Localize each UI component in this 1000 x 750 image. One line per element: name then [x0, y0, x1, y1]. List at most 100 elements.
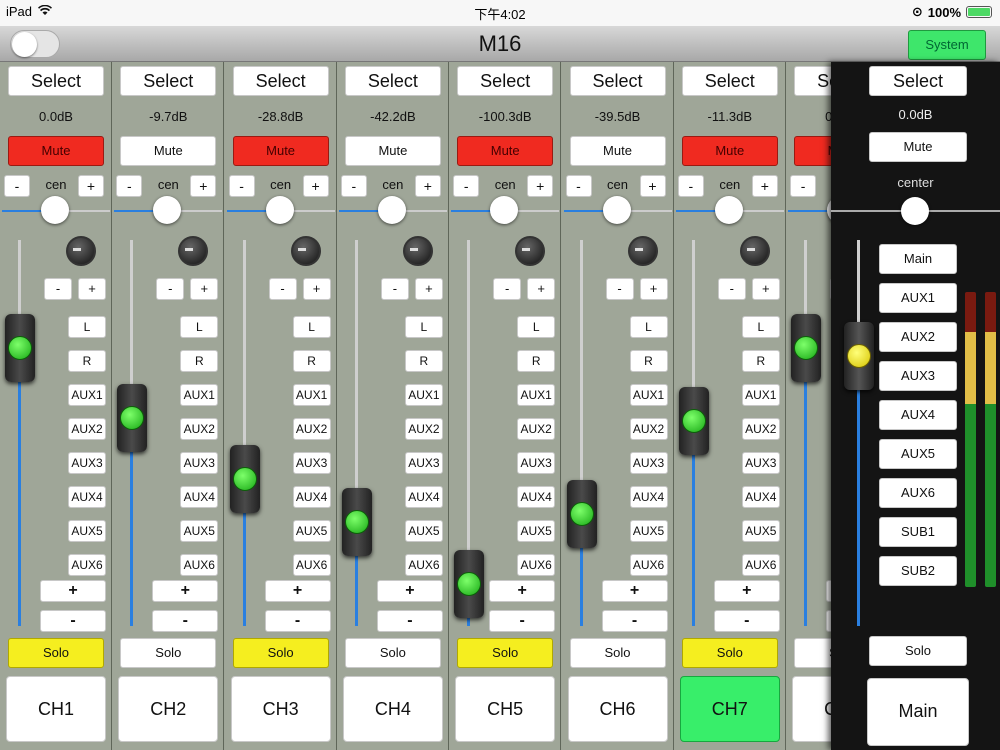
route-button[interactable]: R — [292, 350, 331, 372]
route-button[interactable]: AUX6 — [404, 554, 443, 576]
bus-button[interactable]: AUX5 — [879, 439, 957, 469]
gain-up-button[interactable]: + — [414, 278, 443, 300]
fine-down-button[interactable]: - — [489, 610, 556, 632]
route-button[interactable]: AUX4 — [68, 486, 106, 508]
route-button[interactable]: AUX4 — [629, 486, 668, 508]
pan-knob[interactable] — [41, 196, 69, 224]
route-button[interactable]: AUX1 — [404, 384, 443, 406]
gain-up-button[interactable]: + — [302, 278, 331, 300]
route-button[interactable]: AUX1 — [68, 384, 106, 406]
gain-down-button[interactable]: - — [268, 278, 297, 300]
mute-button[interactable]: Mute — [232, 136, 329, 166]
select-button[interactable]: Select — [344, 66, 441, 96]
pan-knob[interactable] — [377, 196, 406, 224]
route-button[interactable]: L — [180, 316, 219, 338]
fader-handle[interactable] — [229, 445, 260, 513]
bus-button[interactable]: AUX2 — [879, 322, 957, 352]
pan-left-button[interactable]: - — [116, 175, 143, 197]
pan-left-button[interactable]: - — [340, 175, 367, 197]
route-button[interactable]: L — [68, 316, 106, 338]
fader-handle[interactable] — [454, 550, 485, 618]
fine-down-button[interactable]: - — [713, 610, 780, 632]
route-button[interactable]: AUX5 — [404, 520, 443, 542]
pan-left-button[interactable]: - — [228, 175, 255, 197]
fine-down-button[interactable]: - — [152, 610, 219, 632]
solo-button[interactable]: Solo — [120, 638, 217, 668]
fine-up-button[interactable]: + — [264, 580, 331, 602]
route-button[interactable]: AUX3 — [517, 452, 556, 474]
fader-handle[interactable] — [566, 480, 597, 548]
route-button[interactable]: R — [629, 350, 668, 372]
route-button[interactable]: AUX2 — [68, 418, 106, 440]
route-button[interactable]: L — [404, 316, 443, 338]
solo-button[interactable]: Solo — [681, 638, 778, 668]
route-button[interactable]: L — [741, 316, 780, 338]
gain-knob[interactable] — [627, 236, 658, 266]
fine-up-button[interactable]: + — [152, 580, 219, 602]
fine-down-button[interactable]: - — [264, 610, 331, 632]
route-button[interactable]: AUX4 — [404, 486, 443, 508]
route-button[interactable]: AUX3 — [68, 452, 106, 474]
route-button[interactable]: AUX5 — [741, 520, 780, 542]
route-button[interactable]: L — [517, 316, 556, 338]
mute-button[interactable]: Mute — [120, 136, 217, 166]
route-button[interactable]: AUX4 — [741, 486, 780, 508]
fader-rail[interactable] — [354, 240, 358, 626]
master-name-button[interactable]: Main — [867, 678, 969, 746]
gain-up-button[interactable]: + — [751, 278, 780, 300]
pan-knob[interactable] — [153, 196, 182, 224]
gain-down-button[interactable]: - — [605, 278, 634, 300]
pan-knob[interactable] — [714, 196, 743, 224]
gain-knob[interactable] — [515, 236, 546, 266]
pan-right-button[interactable]: + — [190, 175, 217, 197]
mute-button[interactable]: Mute — [344, 136, 441, 166]
route-button[interactable]: AUX6 — [292, 554, 331, 576]
fader-handle[interactable] — [678, 387, 709, 455]
gain-down-button[interactable]: - — [380, 278, 409, 300]
route-button[interactable]: AUX6 — [741, 554, 780, 576]
mute-button[interactable]: Mute — [569, 136, 666, 166]
solo-button[interactable]: Solo — [8, 638, 104, 668]
gain-knob[interactable] — [66, 236, 96, 266]
gain-down-button[interactable]: - — [156, 278, 185, 300]
route-button[interactable]: R — [180, 350, 219, 372]
solo-button[interactable]: Solo — [344, 638, 441, 668]
bus-button[interactable]: AUX3 — [879, 361, 957, 391]
system-button[interactable]: System — [908, 30, 986, 60]
route-button[interactable]: AUX5 — [629, 520, 668, 542]
select-button[interactable]: Select — [569, 66, 666, 96]
route-button[interactable]: AUX3 — [404, 452, 443, 474]
route-button[interactable]: AUX6 — [68, 554, 106, 576]
route-button[interactable]: AUX2 — [741, 418, 780, 440]
mute-button[interactable]: Mute — [8, 136, 104, 166]
fine-up-button[interactable]: + — [40, 580, 106, 602]
route-button[interactable]: AUX1 — [517, 384, 556, 406]
pan-left-button[interactable]: - — [677, 175, 704, 197]
solo-button[interactable]: Solo — [457, 638, 554, 668]
bus-button[interactable]: AUX6 — [879, 478, 957, 508]
master-fader-handle[interactable] — [844, 322, 874, 390]
bus-button[interactable]: SUB2 — [879, 556, 957, 586]
route-button[interactable]: AUX6 — [180, 554, 219, 576]
solo-button[interactable]: Solo — [232, 638, 329, 668]
route-button[interactable]: AUX4 — [180, 486, 219, 508]
route-button[interactable]: AUX5 — [68, 520, 106, 542]
gain-down-button[interactable]: - — [44, 278, 72, 300]
master-pan-knob[interactable] — [901, 197, 929, 225]
pan-right-button[interactable]: + — [414, 175, 441, 197]
channel-name-button[interactable]: CH2 — [118, 676, 219, 742]
route-button[interactable]: AUX2 — [629, 418, 668, 440]
pan-right-button[interactable]: + — [78, 175, 104, 197]
pan-right-button[interactable]: + — [639, 175, 666, 197]
route-button[interactable]: AUX4 — [292, 486, 331, 508]
channel-name-button[interactable]: CH3 — [230, 676, 331, 742]
bus-button[interactable]: SUB1 — [879, 517, 957, 547]
route-button[interactable]: R — [517, 350, 556, 372]
gain-down-button[interactable]: - — [717, 278, 746, 300]
route-button[interactable]: R — [68, 350, 106, 372]
route-button[interactable]: AUX6 — [517, 554, 556, 576]
bus-button[interactable]: Main — [879, 244, 957, 274]
fine-down-button[interactable]: - — [40, 610, 106, 632]
route-button[interactable]: AUX6 — [629, 554, 668, 576]
fine-up-button[interactable]: + — [376, 580, 443, 602]
